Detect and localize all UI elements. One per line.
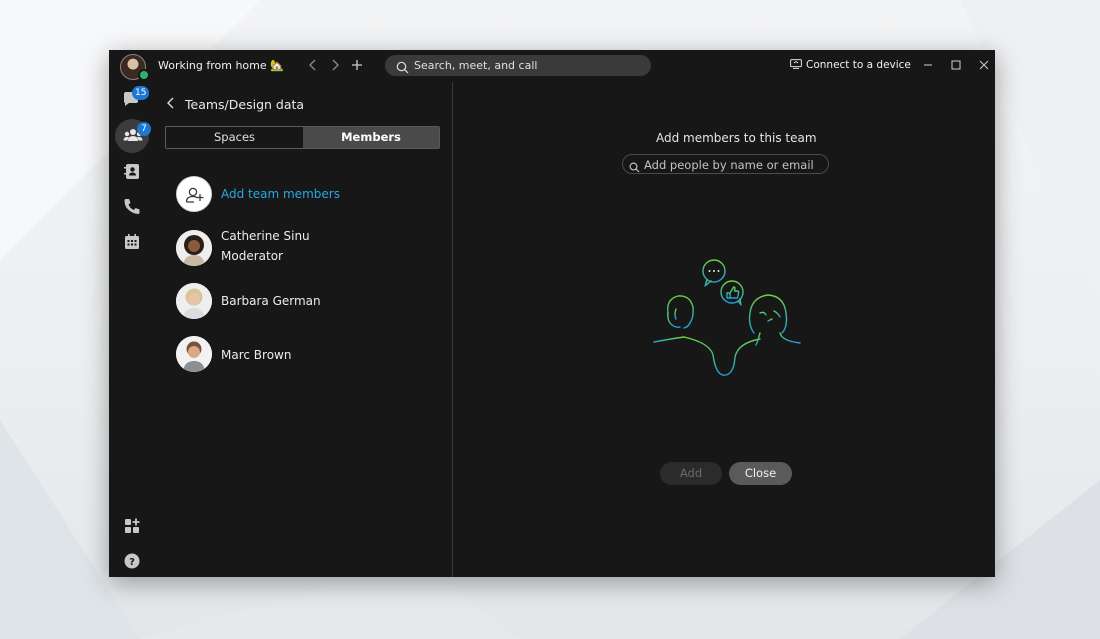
add-people-placeholder: Add people by name or email	[644, 158, 814, 172]
search-icon	[396, 59, 409, 78]
new-plus-icon[interactable]	[349, 57, 365, 73]
breadcrumb: Teams/Design data	[185, 97, 305, 112]
svg-text:?: ?	[129, 557, 135, 568]
teams-badge: 7	[137, 122, 151, 136]
member-name: Marc Brown	[221, 348, 292, 362]
calling-icon[interactable]	[121, 196, 143, 218]
add-members-title: Add members to this team	[656, 131, 817, 145]
close-window-icon[interactable]	[975, 56, 993, 74]
device-icon	[790, 59, 802, 72]
app-window: Working from home 🏡 Search, meet, and ca…	[109, 50, 995, 577]
add-button[interactable]: Add	[660, 462, 722, 485]
add-team-members-label: Add team members	[221, 187, 340, 201]
maximize-icon[interactable]	[947, 56, 965, 74]
search-placeholder: Search, meet, and call	[414, 59, 538, 72]
apps-icon[interactable]	[121, 515, 143, 537]
back-arrow-icon[interactable]	[305, 57, 321, 73]
meetings-icon[interactable]	[121, 231, 143, 253]
presence-indicator	[138, 69, 150, 81]
add-people-input[interactable]: Add people by name or email	[622, 154, 829, 174]
global-search-bar[interactable]: Search, meet, and call	[385, 55, 651, 76]
tab-members[interactable]: Members	[303, 127, 439, 148]
help-icon[interactable]: ?	[121, 550, 143, 572]
member-role: Moderator	[221, 249, 283, 263]
panel-divider	[452, 82, 453, 577]
messaging-badge: 15	[132, 86, 150, 100]
avatar	[176, 336, 212, 372]
minimize-icon[interactable]	[919, 56, 937, 74]
avatar	[176, 230, 212, 266]
tab-spaces[interactable]: Spaces	[166, 127, 303, 148]
connect-device-button[interactable]: Connect to a device	[790, 59, 911, 72]
contacts-icon[interactable]	[121, 161, 143, 183]
search-icon	[629, 158, 640, 177]
connect-device-label: Connect to a device	[806, 59, 911, 71]
status-text[interactable]: Working from home 🏡	[158, 59, 284, 72]
close-button[interactable]: Close	[729, 462, 792, 485]
title-bar: Working from home 🏡 Search, meet, and ca…	[109, 50, 995, 82]
add-person-icon	[176, 176, 212, 212]
member-name: Catherine Sinu	[221, 229, 310, 243]
avatar	[176, 283, 212, 319]
segmented-tabs: Spaces Members	[165, 126, 440, 149]
forward-arrow-icon[interactable]	[327, 57, 343, 73]
member-name: Barbara German	[221, 294, 321, 308]
team-members-illustration	[650, 255, 810, 384]
back-chevron-icon[interactable]	[165, 96, 177, 114]
